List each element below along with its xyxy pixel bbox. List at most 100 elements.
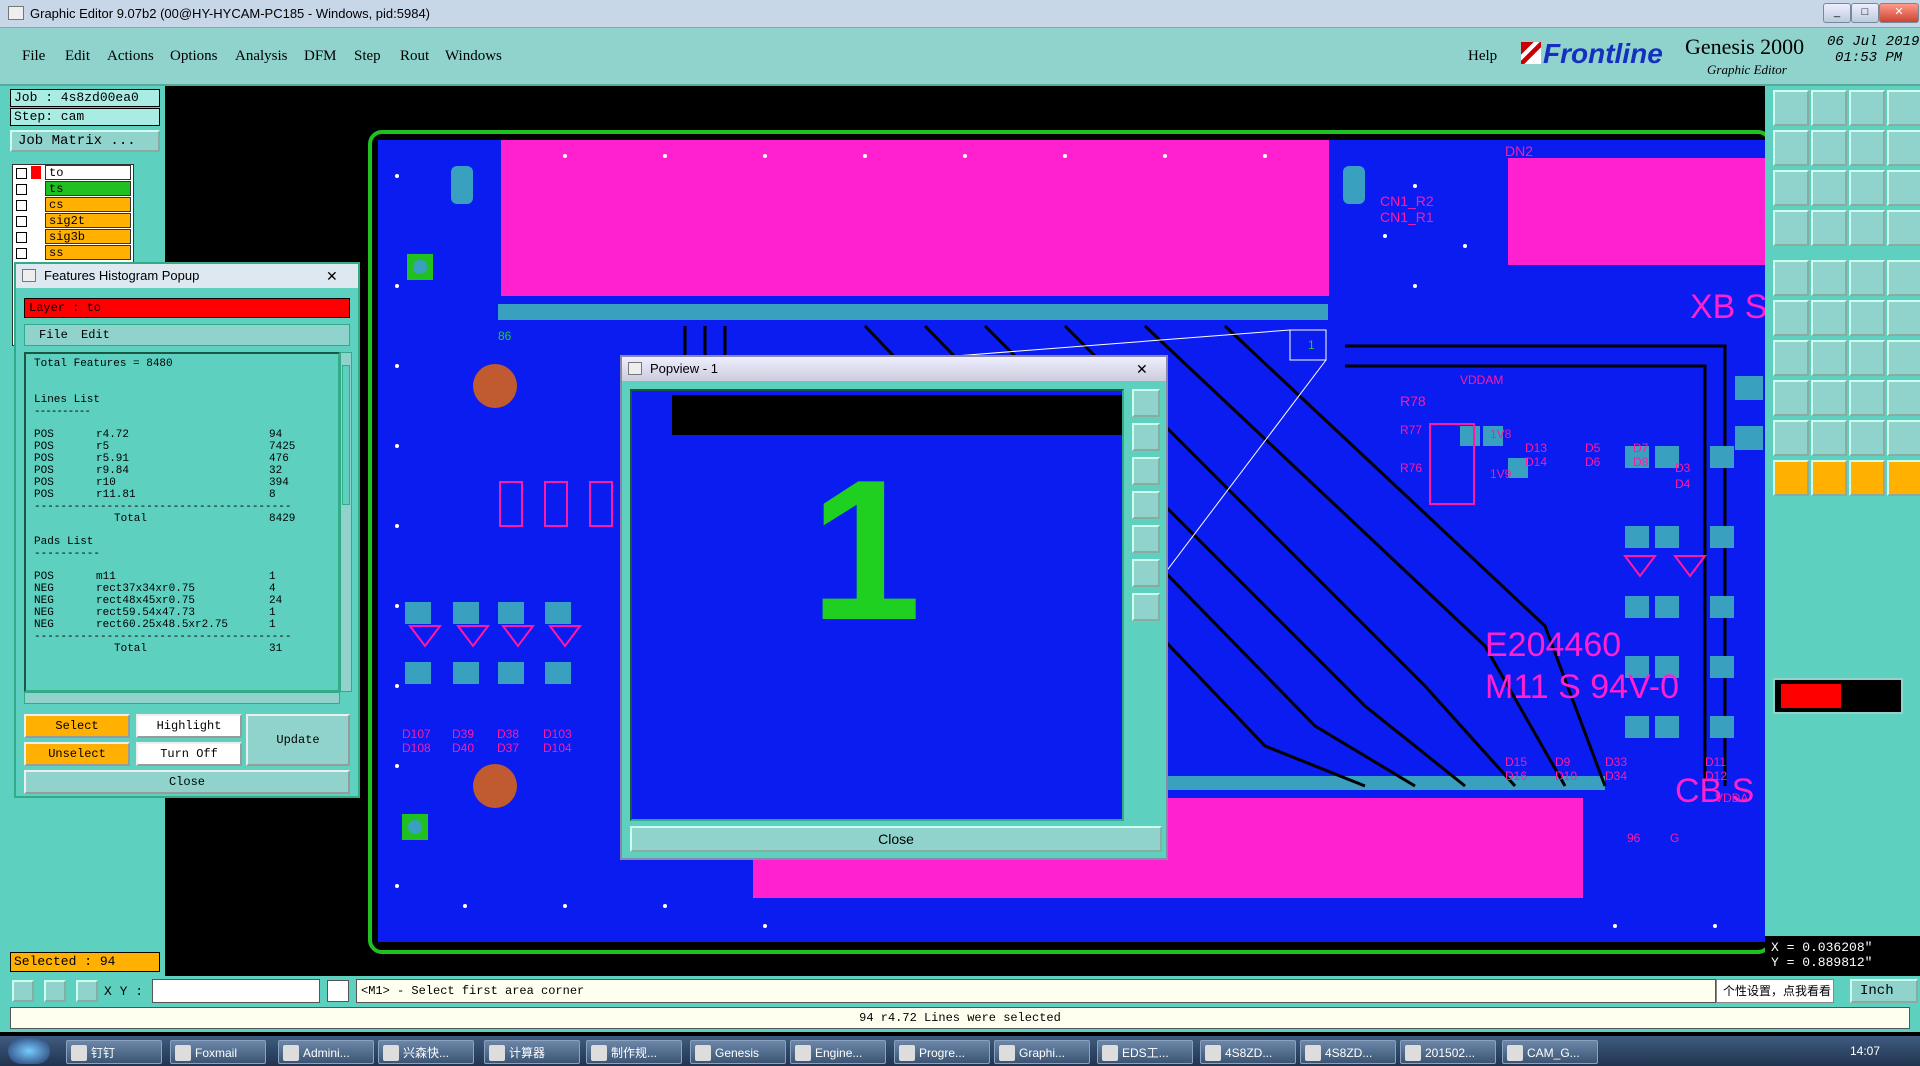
measure-icon[interactable] — [1849, 260, 1885, 296]
taskbar-item[interactable]: 4S8ZD... — [1300, 1040, 1396, 1064]
update-button[interactable]: Update — [246, 714, 350, 766]
layer-checkbox[interactable] — [16, 184, 27, 195]
layer-name[interactable]: cs — [45, 197, 131, 212]
layer-checkbox[interactable] — [16, 248, 27, 259]
layout-icon[interactable] — [1887, 130, 1920, 166]
histogram-row[interactable]: POS r9.84 32 — [34, 465, 338, 477]
pv-fit-icon[interactable] — [1132, 559, 1160, 587]
window-title-bar[interactable]: Graphic Editor 9.07b2 (00@HY-HYCAM-PC185… — [0, 0, 1920, 28]
histogram-row[interactable]: NEG rect37x34xr0.75 4 — [34, 583, 338, 595]
menu-options[interactable]: Options — [170, 48, 218, 65]
xy-input[interactable] — [152, 979, 320, 1003]
histogram-row[interactable]: POS r11.81 8 — [34, 489, 338, 501]
fill-icon[interactable] — [1773, 260, 1809, 296]
scroll-thumb[interactable] — [342, 365, 350, 505]
triangle-b-icon[interactable] — [1849, 420, 1885, 456]
menu-windows[interactable]: Windows — [445, 48, 502, 65]
grid-icon[interactable] — [76, 980, 98, 1002]
menu-actions[interactable]: Actions — [107, 48, 154, 65]
measure-icon[interactable] — [44, 980, 66, 1002]
histogram-list[interactable]: Total Features = 8480 Lines List -------… — [24, 352, 340, 692]
pv-next-icon[interactable] — [1132, 525, 1160, 553]
connect-icon[interactable] — [1773, 300, 1809, 336]
pv-zoom-in-icon[interactable] — [1132, 389, 1160, 417]
layer-row-cs[interactable]: cs — [13, 197, 133, 213]
popview-canvas[interactable]: 1 — [630, 389, 1124, 821]
taskbar-item[interactable]: Genesis — [690, 1040, 786, 1064]
histogram-close-icon[interactable]: ✕ — [326, 264, 338, 288]
layer-name[interactable]: sig2t — [45, 213, 131, 228]
fit-icon[interactable] — [1773, 170, 1809, 206]
snap-icon[interactable] — [1849, 210, 1885, 246]
layer-row-ss[interactable]: ss — [13, 245, 133, 261]
job-matrix-button[interactable]: Job Matrix ... — [10, 130, 160, 152]
histogram-menu-edit[interactable]: Edit — [81, 328, 110, 342]
rotate-icon[interactable] — [1849, 340, 1885, 376]
menu-rout[interactable]: Rout — [400, 48, 429, 65]
pointer-alt-icon[interactable] — [1811, 460, 1847, 496]
pv-home-icon[interactable] — [1132, 457, 1160, 485]
histogram-row[interactable]: NEG rect59.54x47.73 1 — [34, 607, 338, 619]
minimize-button[interactable]: _ — [1823, 3, 1851, 23]
triangle-alt-icon[interactable] — [1811, 420, 1847, 456]
taskbar-item[interactable]: Progre... — [894, 1040, 990, 1064]
histogram-menu-file[interactable]: File — [39, 328, 68, 342]
select-button[interactable]: Select — [24, 714, 130, 738]
shape-icon[interactable] — [1773, 380, 1809, 416]
layer-row-sig3b[interactable]: sig3b — [13, 229, 133, 245]
line-icon[interactable] — [1773, 340, 1809, 376]
layer-name[interactable]: ts — [45, 181, 131, 196]
layer-row-ts[interactable]: ts — [13, 181, 133, 197]
layer-checkbox[interactable] — [16, 216, 27, 227]
pan-icon[interactable] — [1811, 170, 1847, 206]
arc-icon[interactable] — [1811, 340, 1847, 376]
save-icon[interactable] — [1811, 90, 1847, 126]
cross-icon[interactable] — [1811, 300, 1847, 336]
histogram-row[interactable]: NEG rect60.25x48.5xr2.75 1 — [34, 619, 338, 631]
taskbar-item[interactable]: EDS工... — [1097, 1040, 1193, 1064]
histogram-row[interactable]: POS r4.72 94 — [34, 429, 338, 441]
histogram-row[interactable]: NEG rect48x45xr0.75 24 — [34, 595, 338, 607]
window-icon[interactable] — [1887, 90, 1920, 126]
dot-icon[interactable] — [1887, 260, 1920, 296]
tools-icon[interactable] — [1773, 210, 1809, 246]
join-icon[interactable] — [1849, 380, 1885, 416]
cursor-toggle-icon[interactable] — [327, 980, 349, 1002]
taskbar-item[interactable]: 计算器 — [484, 1040, 580, 1064]
minus-icon[interactable] — [1811, 380, 1847, 416]
zoom-next-icon[interactable] — [1811, 130, 1847, 166]
outline-icon[interactable] — [1811, 260, 1847, 296]
grid-view-icon[interactable] — [1811, 210, 1847, 246]
taskbar-item[interactable]: 4S8ZD... — [1200, 1040, 1296, 1064]
pv-zoom-out-icon[interactable] — [1132, 423, 1160, 451]
layer-checkbox[interactable] — [16, 200, 27, 211]
taskbar-item[interactable]: Foxmail — [170, 1040, 266, 1064]
taskbar-item[interactable]: Graphi... — [994, 1040, 1090, 1064]
menu-edit[interactable]: Edit — [65, 48, 90, 65]
layer-row-to[interactable]: to — [13, 165, 133, 181]
zoom-box-icon[interactable] — [1849, 130, 1885, 166]
layer-checkbox[interactable] — [16, 232, 27, 243]
histogram-row[interactable]: POS r5.91 476 — [34, 453, 338, 465]
menu-dfm[interactable]: DFM — [304, 48, 337, 65]
help-icon[interactable] — [1887, 170, 1920, 206]
scale-icon[interactable] — [1849, 170, 1885, 206]
pointer-icon[interactable] — [1773, 460, 1809, 496]
taskbar-item[interactable]: 制作规... — [586, 1040, 682, 1064]
maximize-button[interactable]: □ — [1851, 3, 1879, 23]
pin-icon[interactable] — [1887, 340, 1920, 376]
taskbar-item[interactable]: Engine... — [790, 1040, 886, 1064]
pointer-c-icon[interactable] — [1887, 460, 1920, 496]
taskbar-item[interactable]: Admini... — [278, 1040, 374, 1064]
ime-tip[interactable]: 个性设置，点我看看 — [1716, 979, 1834, 1003]
layer-row-sig2t[interactable]: sig2t — [13, 213, 133, 229]
layer-name[interactable]: sig3b — [45, 229, 131, 244]
close-window-button[interactable]: ✕ — [1879, 3, 1919, 23]
menu-file[interactable]: File — [22, 48, 45, 65]
histogram-row[interactable]: POS r5 7425 — [34, 441, 338, 453]
unselect-button[interactable]: Unselect — [24, 742, 130, 766]
histogram-title-bar[interactable]: Features Histogram Popup ✕ — [16, 264, 358, 288]
taskbar-item[interactable]: 钉钉 — [66, 1040, 162, 1064]
pv-prev-icon[interactable] — [1132, 491, 1160, 519]
triangle-c-icon[interactable] — [1887, 420, 1920, 456]
